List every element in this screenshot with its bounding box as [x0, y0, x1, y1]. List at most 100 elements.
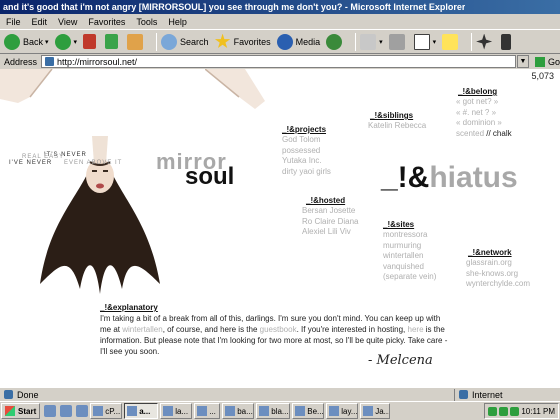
sites-heading: _!&sites [383, 220, 415, 229]
menu-edit[interactable]: Edit [32, 17, 48, 27]
projects-list: God Tolom possessed Yutaka Inc. dirty ya… [282, 135, 331, 177]
quicklaunch-desktop-icon[interactable] [60, 405, 73, 417]
belong-link[interactable]: « got net? » [456, 97, 512, 108]
projects-link[interactable]: possessed [282, 146, 331, 157]
title-bar: and it's good that i'm not angry [MIRROR… [0, 0, 560, 14]
edit-icon [413, 33, 430, 50]
status-bar: Done Internet [0, 387, 560, 401]
home-button[interactable] [127, 32, 146, 52]
go-button[interactable]: Go [534, 56, 560, 67]
taskbar-button[interactable]: la... [160, 403, 193, 419]
hit-counter: 5,073 [531, 71, 554, 81]
mail-button[interactable]: ▾ [360, 32, 383, 52]
taskbar-button[interactable]: bla... [256, 403, 291, 419]
chevron-down-icon[interactable]: ▾ [45, 38, 49, 46]
toolbar-separator [156, 32, 158, 51]
app-icon [93, 406, 104, 416]
tagline-line-3: EVEN ABOVE IT [64, 160, 123, 166]
belong-link[interactable]: « #. net ? » [456, 108, 512, 119]
belong-link[interactable]: « dominion » [456, 118, 512, 129]
taskbar-button[interactable]: Be... [292, 403, 325, 419]
signature: - Melcena [368, 353, 433, 368]
address-dropdown-button[interactable]: ▼ [516, 55, 529, 68]
belong-link[interactable]: scented [456, 129, 484, 138]
app-icon [225, 406, 236, 416]
start-label: Start [18, 406, 37, 416]
taskbar-button[interactable]: ... [194, 403, 221, 419]
wintertallen-link[interactable]: wintertallen [122, 325, 162, 334]
hosted-heading: _!&hosted [306, 196, 346, 205]
guestbook-link[interactable]: guestbook [260, 325, 297, 334]
sites-link[interactable]: (separate vein) [383, 272, 436, 283]
taskbar-button[interactable]: cP... [90, 403, 123, 419]
chevron-down-icon[interactable]: ▾ [74, 38, 78, 46]
menu-favorites[interactable]: Favorites [88, 17, 125, 27]
flower-button[interactable] [476, 32, 495, 52]
hosting-info-link[interactable]: here [408, 325, 424, 334]
belong-list: « got net? » « #. net ? » « dominion » s… [456, 97, 512, 139]
menu-bar: File Edit View Favorites Tools Help [0, 14, 560, 29]
status-zone: Internet [455, 390, 503, 400]
history-button[interactable] [326, 32, 345, 52]
menu-help[interactable]: Help [168, 17, 187, 27]
tray-icon[interactable] [488, 406, 498, 416]
ie-icon [127, 406, 138, 416]
taskbar-button[interactable]: lay... [326, 403, 359, 419]
forward-button[interactable]: ▾ [54, 32, 78, 52]
sites-link[interactable]: montressora [383, 230, 436, 241]
app-icon [197, 406, 208, 416]
hosted-link[interactable]: Bersan Josette [302, 206, 358, 217]
taskbar-button[interactable]: ba... [222, 403, 255, 419]
go-arrow-icon [534, 56, 545, 67]
network-heading: _!&network [468, 248, 512, 257]
network-link[interactable]: glassrain.org [466, 258, 530, 269]
taskbar-button-label: Ja... [375, 406, 391, 416]
sites-link[interactable]: wintertallen [383, 251, 436, 262]
projects-link[interactable]: dirty yaoi girls [282, 167, 331, 178]
hiatus-prefix: _!& [381, 161, 430, 194]
notes-button[interactable] [442, 32, 461, 52]
network-link[interactable]: wynterchylde.com [466, 279, 530, 290]
app-icon [363, 406, 374, 416]
refresh-button[interactable] [105, 32, 121, 52]
favorites-button[interactable]: Favorites [214, 32, 271, 52]
taskbar-button-label: a... [139, 406, 151, 416]
app-icon [329, 406, 340, 416]
quicklaunch-ie-icon[interactable] [44, 405, 57, 417]
tray-icon[interactable] [510, 406, 520, 416]
status-zone-text: Internet [472, 389, 503, 400]
chevron-down-icon: ▼ [519, 58, 527, 65]
search-button[interactable]: Search [161, 32, 209, 52]
taskbar-button[interactable]: Ja... [360, 403, 391, 419]
back-button[interactable]: Back ▾ [4, 32, 49, 52]
messenger-icon [501, 33, 512, 50]
projects-link[interactable]: God Tolom [282, 135, 331, 146]
menu-file[interactable]: File [6, 17, 21, 27]
start-button[interactable]: Start [1, 403, 41, 419]
app-icon [259, 406, 270, 416]
sites-link[interactable]: vanquished [383, 262, 436, 273]
edit-button[interactable]: ▾ [413, 32, 436, 52]
browser-window: and it's good that i'm not angry [MIRROR… [0, 0, 560, 420]
menu-tools[interactable]: Tools [136, 17, 157, 27]
network-link[interactable]: she-knows.org [466, 269, 530, 280]
media-button[interactable]: Media [276, 32, 320, 52]
mail-icon [360, 33, 377, 50]
tray-icon[interactable] [499, 406, 509, 416]
taskbar-button-active[interactable]: a... [124, 403, 159, 419]
address-input[interactable]: http://mirrorsoul.net/ [41, 55, 516, 68]
messenger-button[interactable] [501, 32, 514, 52]
hosted-link[interactable]: Ro Claire Diana [302, 217, 358, 228]
address-bar: Address http://mirrorsoul.net/ ▼ Go [0, 54, 560, 69]
projects-link[interactable]: Yutaka Inc. [282, 156, 331, 167]
quicklaunch-media-icon[interactable] [76, 405, 89, 417]
menu-view[interactable]: View [58, 17, 77, 27]
siblings-link[interactable]: Katelin Rebecca [368, 121, 426, 132]
address-url: http://mirrorsoul.net/ [57, 56, 138, 67]
taskbar-button-label: la... [175, 406, 189, 416]
network-list: glassrain.org she-knows.org wynterchylde… [466, 258, 530, 290]
hosted-link[interactable]: Alexiel Lili Viv [302, 227, 358, 238]
sites-link[interactable]: murmuring [383, 241, 436, 252]
stop-button[interactable] [83, 32, 99, 52]
print-button[interactable] [388, 32, 408, 52]
